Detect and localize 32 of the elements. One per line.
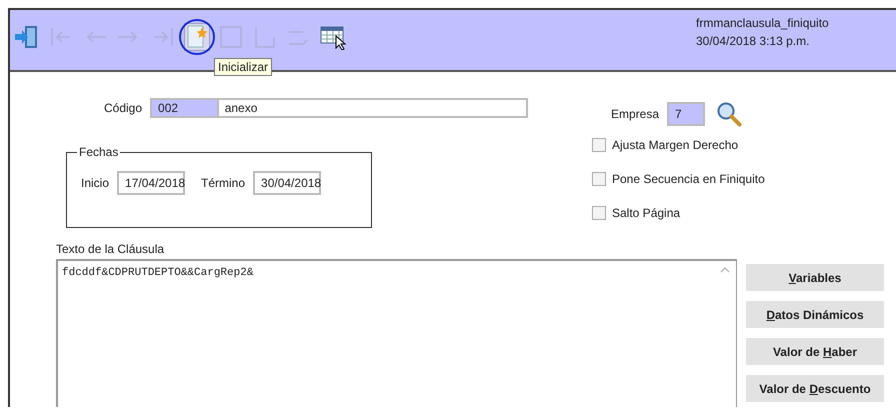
action-button[interactable]: Valor de Haber [746,338,884,365]
search-icon[interactable] [716,101,742,127]
checkbox[interactable] [592,138,606,152]
action-button[interactable]: Variables [746,264,884,291]
action-button[interactable]: Datos Dinámicos [746,301,884,328]
field-label: Empresa [611,107,660,121]
new-document-icon [185,24,209,50]
text-area-content: fdcddf&CDPRUTDEPTO&&CargRep2& [62,267,254,279]
text-area[interactable]: fdcddf&CDPRUTDEPTO&&CargRep2& [56,259,737,407]
tooltip: Inicializar [214,58,272,76]
text-area-label: Texto de la Cláusula [56,242,166,256]
checkbox-label: Salto Página [612,206,680,220]
table-grid-icon [319,24,347,50]
checkbox[interactable] [592,172,606,186]
date-field[interactable]: 17/04/2018 [117,171,186,195]
group-title: Fechas [77,145,120,159]
checkbox[interactable] [592,206,606,220]
date-field[interactable]: 30/04/2018 [253,171,322,195]
date-time: 30/04/2018 3:13 p.m. [696,33,810,50]
field-label: Término [201,176,246,190]
description-field[interactable]: anexo [218,98,528,118]
code-field[interactable]: 002 [150,98,219,118]
field-label: Código [104,101,142,115]
checkbox-label: Pone Secuencia en Finiquito [612,172,765,186]
company-field[interactable]: 7 [667,102,706,126]
highlight-circle [179,19,215,55]
field-label: Inicio [81,176,110,190]
scroll-up-icon[interactable] [720,266,730,273]
checkbox-label: Ajusta Margen Derecho [612,138,738,152]
form-name: frmmanclausula_finiquito [696,15,830,32]
action-button[interactable]: Valor de Descuento [746,375,884,402]
toolbar-button[interactable] [179,19,215,55]
